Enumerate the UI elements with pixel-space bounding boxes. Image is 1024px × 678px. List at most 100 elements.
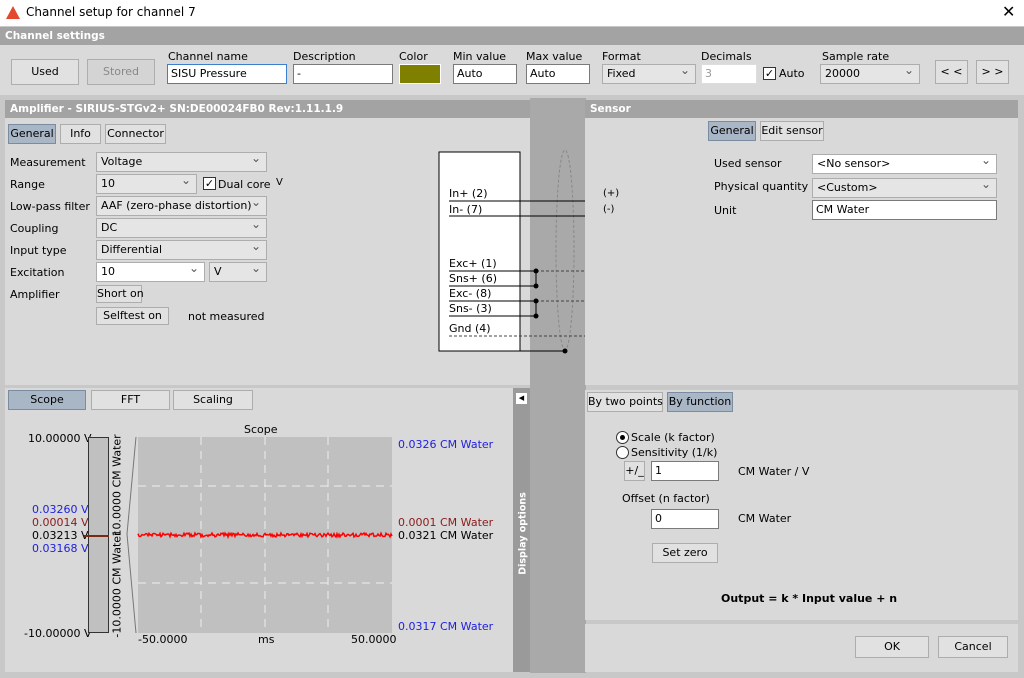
- scope-plot[interactable]: [125, 437, 393, 633]
- stored-button[interactable]: Stored: [87, 59, 155, 85]
- axis-label-bottom: -10.0000 CM Water: [111, 530, 124, 640]
- window-title: Channel setup for channel 7: [26, 5, 196, 19]
- measurement-label: Measurement: [10, 156, 86, 169]
- unit-label: Unit: [714, 204, 736, 217]
- right-value-max: 0.0326 CM Water: [398, 438, 493, 451]
- channel-settings-header: Channel settings: [0, 27, 1024, 45]
- pin-label: Sns- (3): [449, 302, 492, 315]
- used-sensor-label: Used sensor: [714, 157, 781, 170]
- right-value-1: 0.0001 CM Water: [398, 516, 493, 529]
- sensitivity-label: Sensitivity (1/k): [631, 446, 717, 459]
- left-value: 0.03168 V: [32, 542, 89, 555]
- tab-general[interactable]: General: [8, 124, 56, 144]
- plus-label: (+): [603, 188, 619, 199]
- excitation-label: Excitation: [10, 266, 65, 279]
- set-zero-button[interactable]: Set zero: [652, 543, 718, 563]
- selftest-status: not measured: [188, 310, 264, 323]
- amplifier-label: Amplifier: [10, 288, 60, 301]
- short-on-button[interactable]: Short on: [96, 285, 142, 303]
- lowpass-select[interactable]: AAF (zero-phase distortion): [96, 196, 267, 216]
- max-value-label: Max value: [526, 50, 582, 63]
- range-select[interactable]: 10: [96, 174, 197, 194]
- pin-label: Exc+ (1): [449, 257, 497, 270]
- physical-quantity-label: Physical quantity: [714, 180, 808, 193]
- unit-input[interactable]: CM Water: [812, 200, 997, 220]
- dual-core-checkbox[interactable]: ✓: [203, 177, 216, 190]
- formula-text: Output = k * Input value + n: [721, 592, 897, 605]
- range-unit: V: [276, 177, 283, 188]
- display-options-label: Display options: [518, 484, 529, 584]
- range-label: Range: [10, 178, 45, 191]
- left-axis-max: 10.00000 V: [28, 432, 92, 445]
- axis-label-top: 10.0000 CM Water: [111, 437, 124, 537]
- title-bar: Channel setup for channel 7 ✕: [0, 0, 1024, 26]
- n-unit: CM Water: [738, 512, 791, 525]
- input-type-select[interactable]: Differential: [96, 240, 267, 260]
- k-factor-input[interactable]: 1: [651, 461, 719, 481]
- description-input[interactable]: -: [293, 64, 393, 84]
- coupling-label: Coupling: [10, 222, 58, 235]
- tab-fft[interactable]: FFT: [91, 390, 170, 410]
- close-icon[interactable]: ✕: [1002, 2, 1015, 21]
- left-value: 0.03213 V: [32, 529, 89, 542]
- color-swatch[interactable]: [399, 64, 441, 84]
- auto-checkbox[interactable]: ✓: [763, 67, 776, 80]
- right-value-min: 0.0317 CM Water: [398, 620, 493, 633]
- tab-scaling[interactable]: Scaling: [173, 390, 253, 410]
- tab-by-two-points[interactable]: By two points: [587, 392, 663, 412]
- excitation-select[interactable]: 10: [96, 262, 205, 282]
- min-value-label: Min value: [453, 50, 506, 63]
- pin-label: Gnd (4): [449, 322, 491, 335]
- display-options-panel[interactable]: ◀ Display options: [513, 388, 530, 672]
- n-factor-input[interactable]: 0: [651, 509, 719, 529]
- tab-info[interactable]: Info: [60, 124, 101, 144]
- pin-label: Exc- (8): [449, 287, 491, 300]
- coupling-select[interactable]: DC: [96, 218, 267, 238]
- left-axis-min: -10.00000 V: [24, 627, 91, 640]
- scale-radio[interactable]: [616, 431, 629, 444]
- tab-sensor-general[interactable]: General: [708, 121, 756, 141]
- physical-quantity-select[interactable]: <Custom>: [812, 178, 997, 198]
- selftest-button[interactable]: Selftest on: [96, 307, 169, 325]
- channel-name-input[interactable]: SISU Pressure: [167, 64, 287, 84]
- amplifier-header: Amplifier - SIRIUS-STGv2+ SN:DE00024FB0 …: [5, 100, 530, 118]
- cancel-button[interactable]: Cancel: [938, 636, 1008, 658]
- sign-toggle-button[interactable]: +/_: [624, 461, 645, 481]
- format-select[interactable]: Fixed: [602, 64, 696, 84]
- level-bar: [88, 437, 109, 633]
- used-sensor-select[interactable]: <No sensor>: [812, 154, 997, 174]
- excitation-unit-select[interactable]: V: [209, 262, 267, 282]
- x-axis-min: -50.0000: [138, 633, 187, 646]
- lowpass-label: Low-pass filter: [10, 200, 90, 213]
- pin-label: Sns+ (6): [449, 272, 497, 285]
- tab-by-function[interactable]: By function: [667, 392, 733, 412]
- k-unit: CM Water / V: [738, 465, 809, 478]
- max-value-input[interactable]: Auto: [526, 64, 590, 84]
- used-button[interactable]: Used: [11, 59, 79, 85]
- decimals-label: Decimals: [701, 50, 752, 63]
- next-channel-button[interactable]: > >: [976, 60, 1009, 84]
- minus-label: (-): [603, 204, 614, 215]
- tab-edit-sensor[interactable]: Edit sensor: [760, 121, 824, 141]
- dual-core-label: Dual core: [218, 178, 271, 191]
- description-label: Description: [293, 50, 356, 63]
- decimals-input[interactable]: 3: [701, 64, 757, 84]
- input-type-label: Input type: [10, 244, 67, 257]
- auto-label: Auto: [779, 67, 805, 80]
- tab-connector[interactable]: Connector: [105, 124, 166, 144]
- sample-rate-select[interactable]: 20000: [820, 64, 920, 84]
- x-axis-max: 50.0000: [351, 633, 397, 646]
- measurement-select[interactable]: Voltage: [96, 152, 267, 172]
- channel-name-label: Channel name: [168, 50, 248, 63]
- previous-channel-button[interactable]: < <: [935, 60, 968, 84]
- right-value-2: 0.0321 CM Water: [398, 529, 493, 542]
- app-logo-icon: [6, 6, 20, 19]
- x-axis-unit: ms: [258, 633, 274, 646]
- tab-scope[interactable]: Scope: [8, 390, 86, 410]
- collapse-icon[interactable]: ◀: [516, 393, 527, 404]
- left-value: 0.00014 V: [32, 516, 89, 529]
- ok-button[interactable]: OK: [855, 636, 929, 658]
- scale-label: Scale (k factor): [631, 431, 715, 444]
- min-value-input[interactable]: Auto: [453, 64, 517, 84]
- sensitivity-radio[interactable]: [616, 446, 629, 459]
